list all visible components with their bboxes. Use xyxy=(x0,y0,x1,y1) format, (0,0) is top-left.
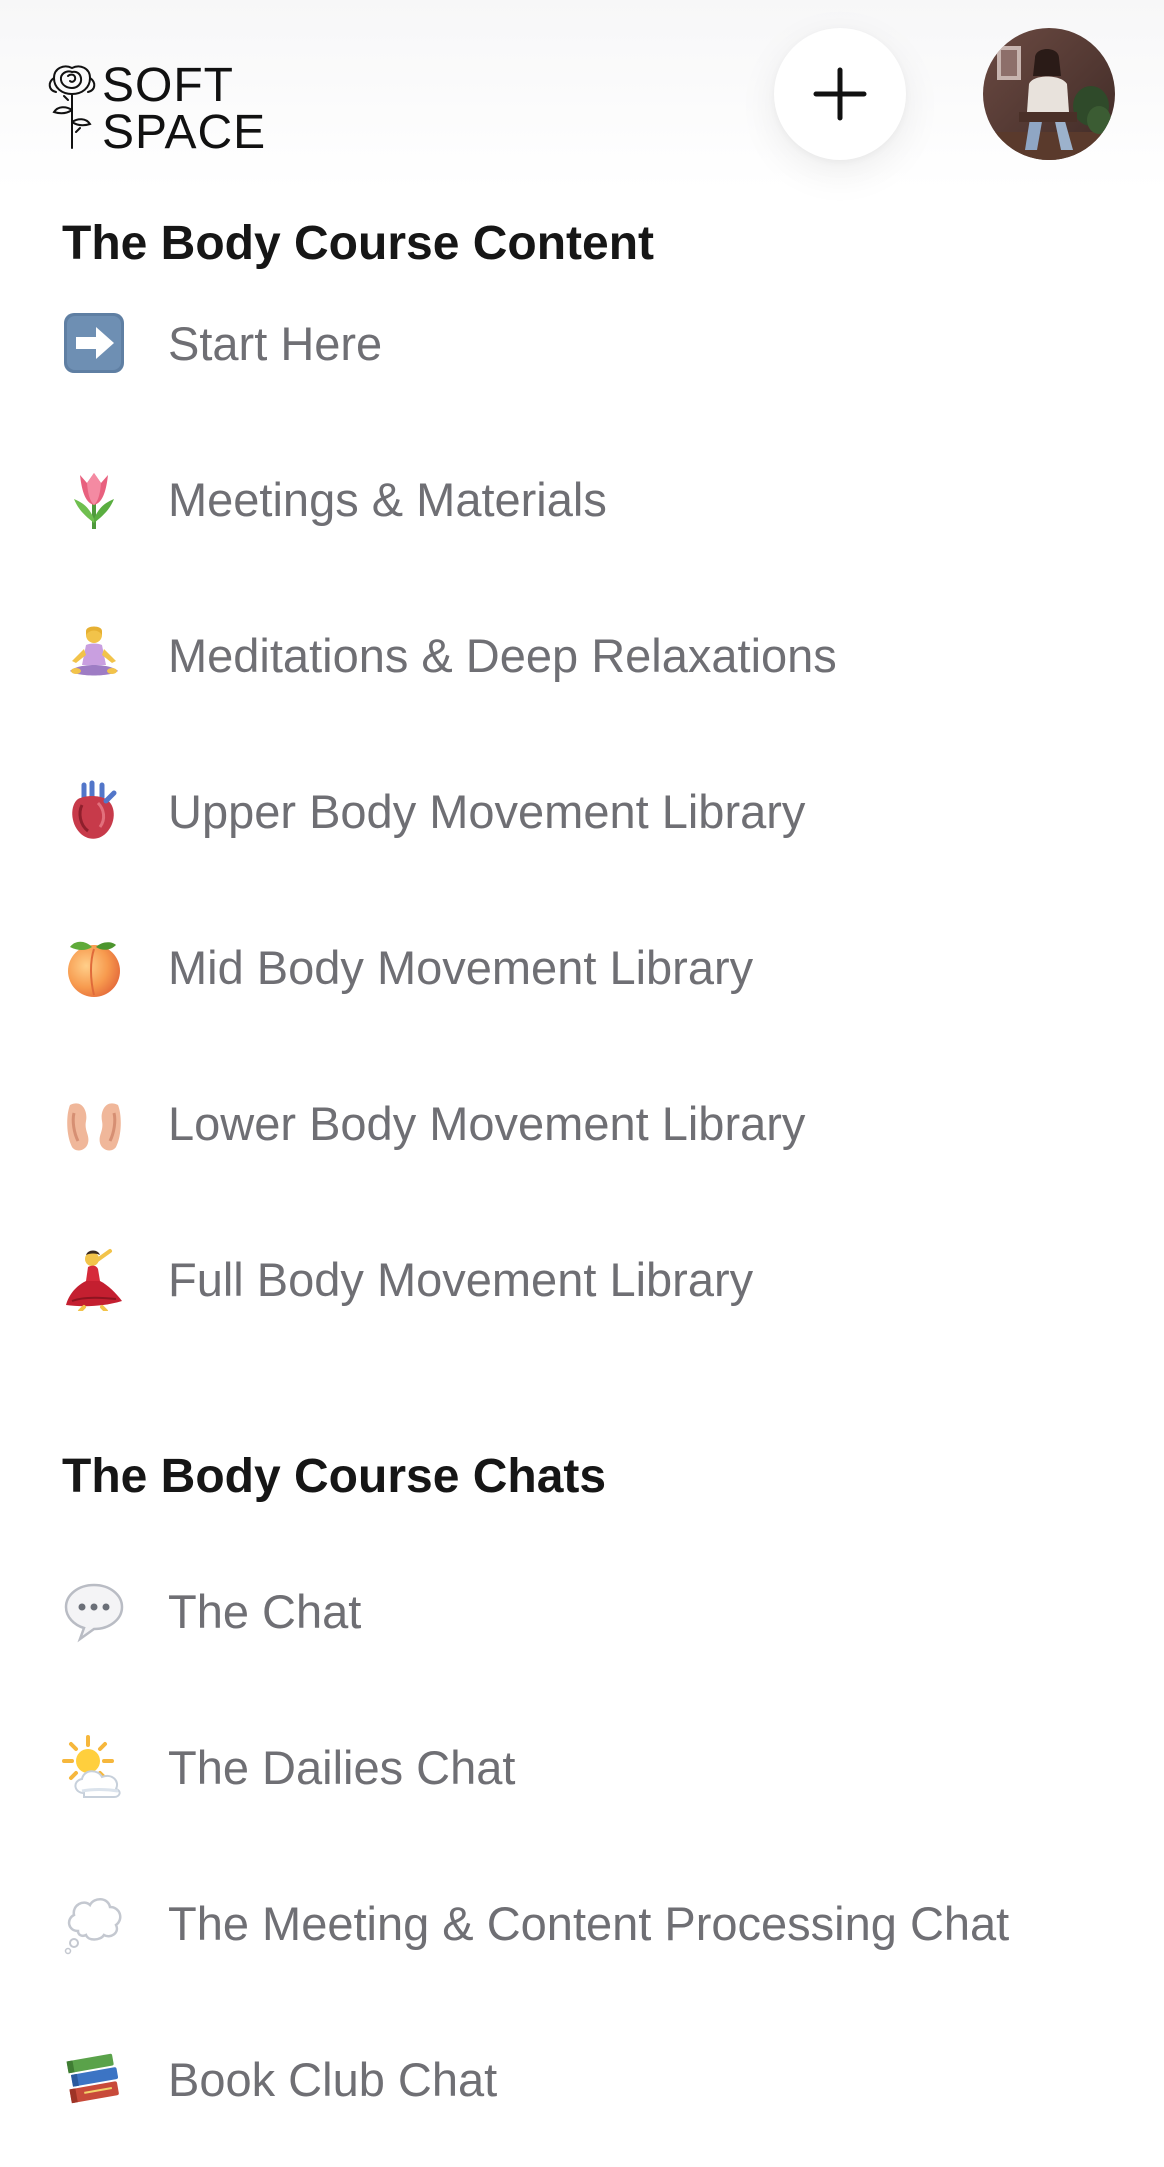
rose-icon xyxy=(48,65,96,149)
anatomical-heart-icon xyxy=(62,779,126,843)
channel-label: Meetings & Materials xyxy=(168,472,607,526)
soft-space-logo[interactable]: SOFT SPACE xyxy=(46,59,276,157)
channel-start-here[interactable]: Start Here xyxy=(62,295,1132,391)
channel-label: Mid Body Movement Library xyxy=(168,940,754,994)
profile-photo xyxy=(983,28,1115,160)
sun-behind-cloud-icon xyxy=(62,1735,126,1799)
channel-full-body[interactable]: Full Body Movement Library xyxy=(62,1231,1132,1327)
right-arrow-icon xyxy=(62,311,126,375)
logo-text-line2: SPACE xyxy=(102,106,267,159)
speech-bubble-icon xyxy=(62,1579,126,1643)
thought-bubble-icon xyxy=(62,1891,126,1955)
channel-upper-body[interactable]: Upper Body Movement Library xyxy=(62,763,1132,859)
plus-icon xyxy=(813,67,867,121)
channel-label: Book Club Chat xyxy=(168,2052,498,2106)
lotus-position-icon xyxy=(62,623,126,687)
channel-meditations[interactable]: Meditations & Deep Relaxations xyxy=(62,607,1132,703)
peach-icon xyxy=(62,935,126,999)
avatar[interactable] xyxy=(983,28,1115,160)
tulip-icon xyxy=(62,467,126,531)
channel-mid-body[interactable]: Mid Body Movement Library xyxy=(62,919,1132,1015)
channel-meeting-processing-chat[interactable]: The Meeting & Content Processing Chat xyxy=(62,1875,1132,1971)
top-bar: SOFT SPACE xyxy=(0,0,1164,190)
books-icon xyxy=(62,2047,126,2111)
ears-icon xyxy=(62,1091,126,1155)
channel-lower-body[interactable]: Lower Body Movement Library xyxy=(62,1075,1132,1171)
channel-label: The Meeting & Content Processing Chat xyxy=(168,1896,1010,1950)
section-title-content: The Body Course Content xyxy=(62,217,655,270)
channel-label: Full Body Movement Library xyxy=(168,1252,754,1306)
channel-label: The Chat xyxy=(168,1584,362,1638)
channel-label: Lower Body Movement Library xyxy=(168,1096,806,1150)
logo-text-line1: SOFT xyxy=(102,59,234,112)
channel-meetings-materials[interactable]: Meetings & Materials xyxy=(62,451,1132,547)
channel-book-club-chat[interactable]: Book Club Chat xyxy=(62,2031,1132,2127)
section-title-chats: The Body Course Chats xyxy=(62,1450,607,1503)
channel-label: The Dailies Chat xyxy=(168,1740,516,1794)
channel-label: Upper Body Movement Library xyxy=(168,784,806,838)
add-button[interactable] xyxy=(774,28,906,160)
dancer-icon xyxy=(62,1247,126,1311)
channel-label: Start Here xyxy=(168,316,383,370)
channel-label: Meditations & Deep Relaxations xyxy=(168,628,837,682)
channel-the-chat[interactable]: The Chat xyxy=(62,1563,1132,1659)
channel-dailies-chat[interactable]: The Dailies Chat xyxy=(62,1719,1132,1815)
